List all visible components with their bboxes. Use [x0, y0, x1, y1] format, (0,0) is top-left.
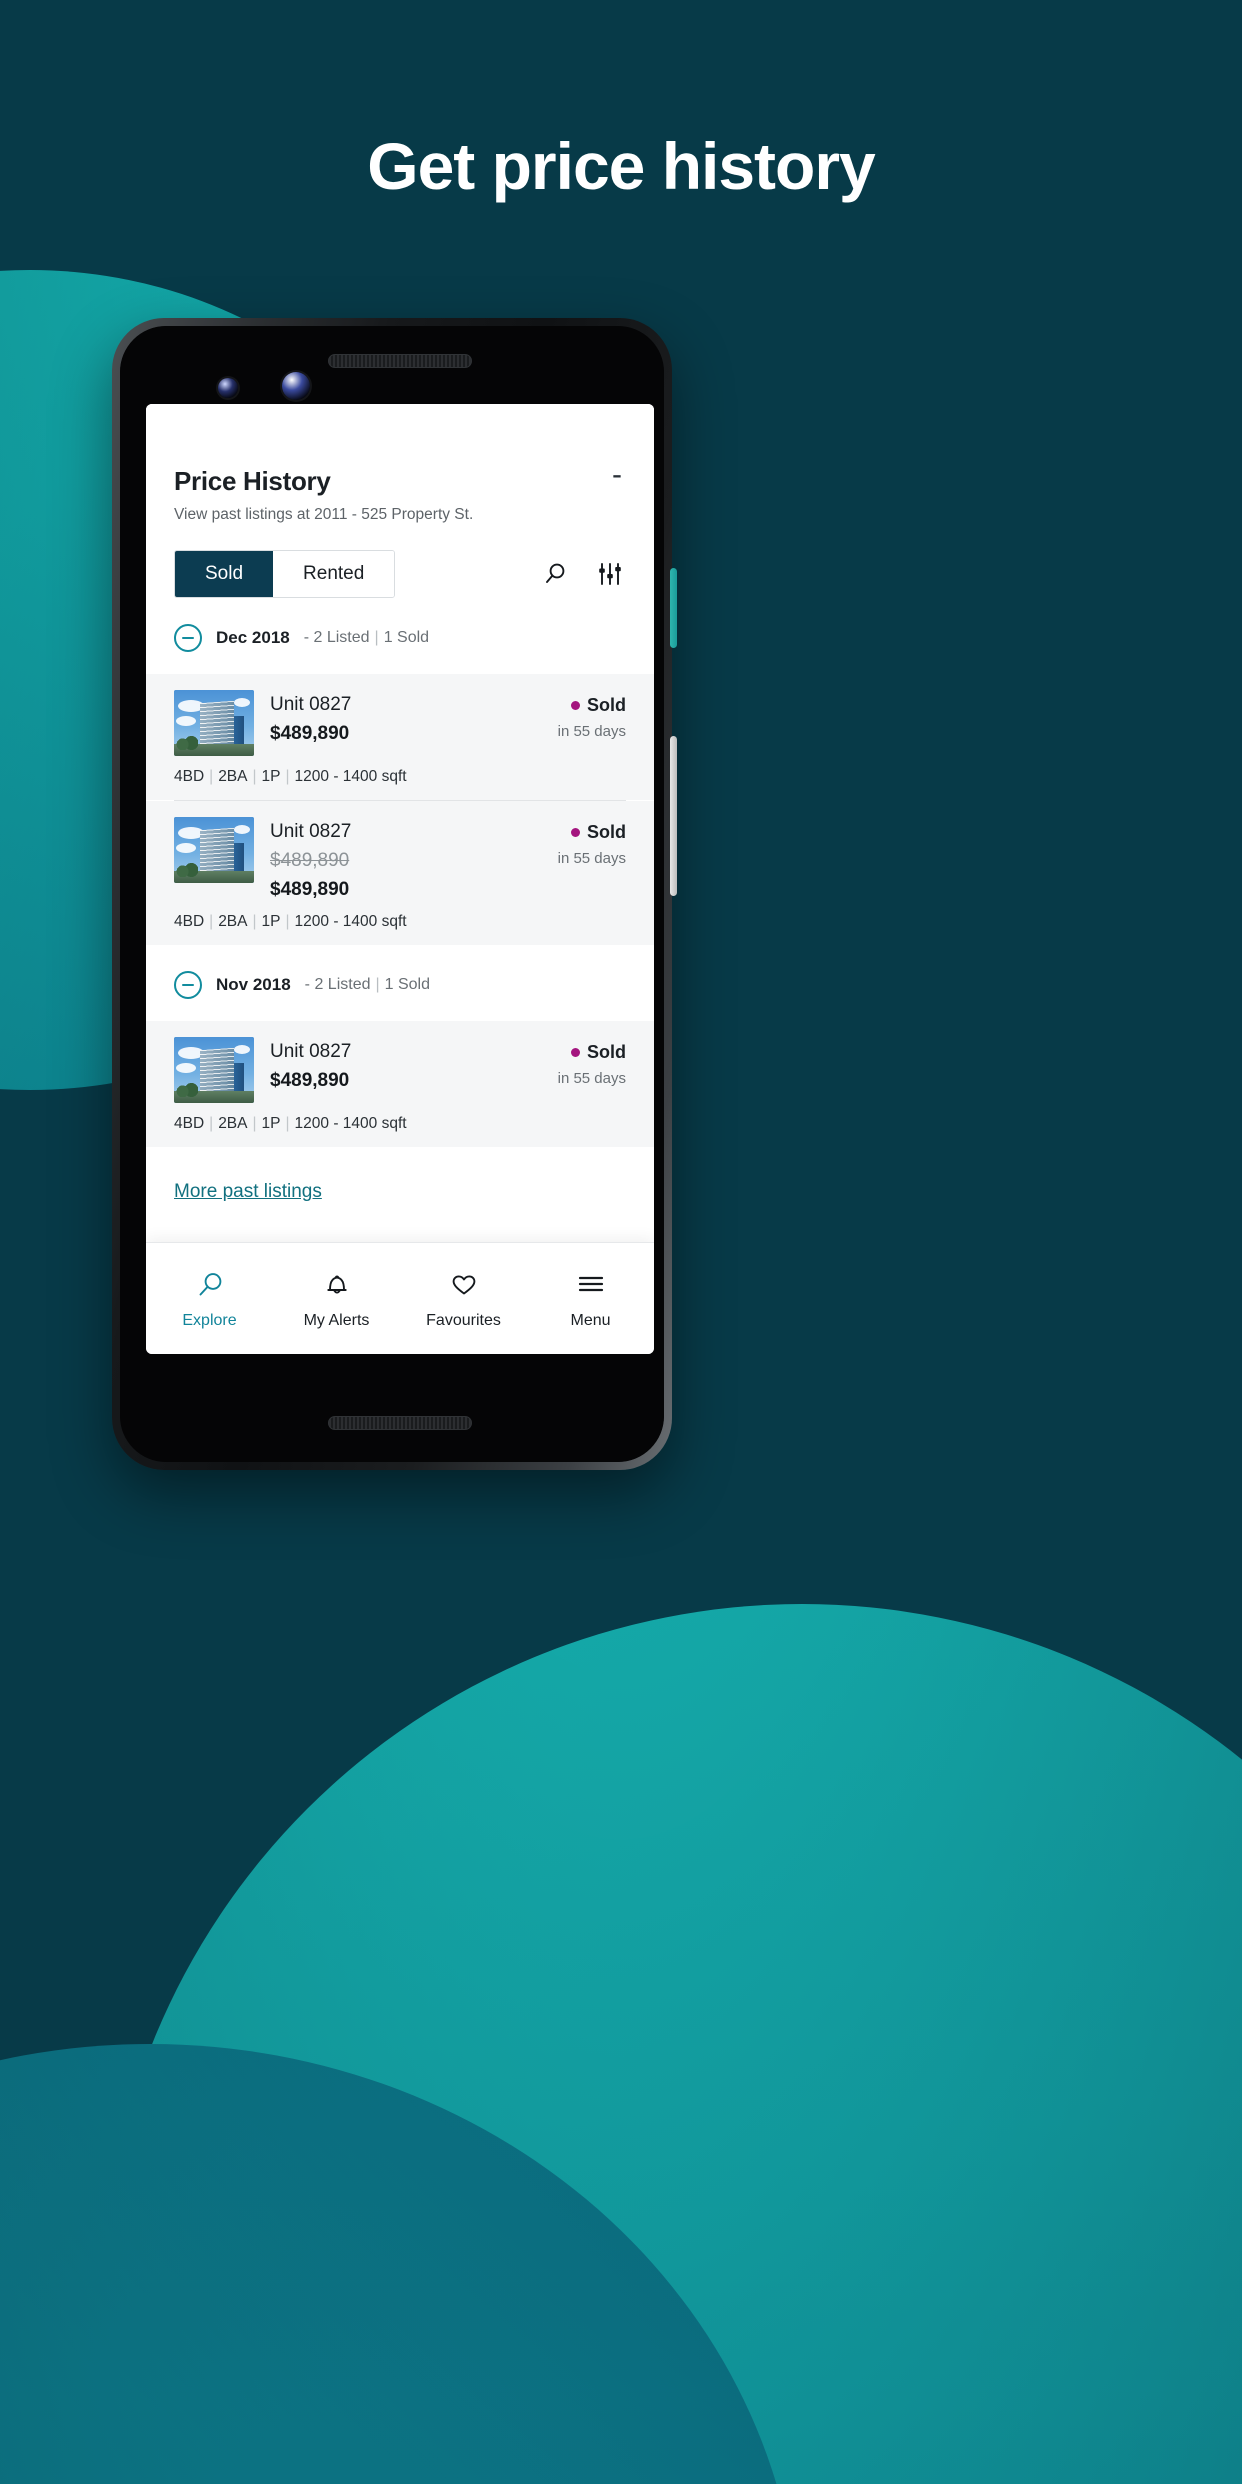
listing-price: $489,890 [270, 879, 350, 900]
spec-parking: 1P [261, 1115, 281, 1132]
spec-baths: 2BA [218, 768, 248, 785]
front-camera-sensor-icon [218, 378, 238, 398]
bell-icon [322, 1268, 352, 1302]
spec-beds: 4BD [174, 913, 205, 930]
status-badge: Sold [587, 1042, 626, 1062]
tab-rented[interactable]: Rented [273, 551, 395, 597]
bottom-speaker [328, 1416, 472, 1430]
spec-parking: 1P [261, 768, 281, 785]
search-icon [195, 1268, 225, 1302]
listing-unit: Unit 0827 [270, 694, 352, 715]
search-icon[interactable] [542, 560, 570, 588]
phone-side-button-teal[interactable] [670, 568, 677, 648]
spec-sqft: 1200 - 1400 sqft [294, 1115, 407, 1132]
filter-sliders-icon[interactable] [596, 560, 624, 588]
month-group-header[interactable]: Nov 2018 - 2 Listed | 1 Sold [146, 945, 654, 1021]
month-listed-count: - 2 Listed [304, 976, 371, 993]
filter-toolbar: Sold Rented [146, 524, 654, 598]
listing-specs: 4BD | 2BA | 1P | 1200 - 1400 sqft [174, 768, 407, 785]
month-summary: - 2 Listed | 1 Sold [305, 976, 430, 994]
page-title: Price History [174, 466, 331, 496]
front-camera-icon [282, 372, 310, 400]
listing-thumbnail[interactable] [174, 817, 254, 883]
meta-separator: | [374, 629, 379, 646]
status-badge: Sold [587, 822, 626, 842]
listing-specs: 4BD | 2BA | 1P | 1200 - 1400 sqft [174, 1115, 407, 1132]
month-sold-count: 1 Sold [383, 629, 430, 646]
status-badge: Sold [587, 695, 626, 715]
app-screen: Price History - View past listings at 20… [146, 404, 654, 1354]
spec-beds: 4BD [174, 768, 205, 785]
spec-sqft: 1200 - 1400 sqft [294, 768, 407, 785]
page-subtitle: View past listings at 2011 - 525 Propert… [174, 506, 474, 523]
nav-label-favourites: Favourites [426, 1311, 501, 1329]
status-dot-icon [571, 1048, 580, 1057]
listing-thumbnail[interactable] [174, 1037, 254, 1103]
tab-sold[interactable]: Sold [175, 551, 274, 597]
phone-side-button-white[interactable] [670, 736, 677, 896]
listing-days-on-market: in 55 days [557, 1070, 626, 1087]
listing-unit: Unit 0827 [270, 1041, 352, 1062]
nav-label-my-alerts: My Alerts [303, 1311, 370, 1329]
nav-item-my-alerts[interactable]: My Alerts [273, 1268, 400, 1330]
month-sold-count: 1 Sold [384, 976, 431, 993]
month-listed-count: - 2 Listed [303, 629, 370, 646]
month-summary: - 2 Listed | 1 Sold [304, 629, 429, 647]
month-label: Nov 2018 [216, 975, 291, 994]
nav-label-explore: Explore [182, 1311, 237, 1329]
minus-circle-icon[interactable] [174, 624, 202, 652]
listing-price: $489,890 [270, 1070, 350, 1091]
nav-label-menu: Menu [570, 1311, 611, 1329]
price-history-header: Price History - View past listings at 20… [146, 404, 654, 524]
nav-item-favourites[interactable]: Favourites [400, 1268, 527, 1330]
listing-row[interactable]: Unit 0827 $489,890 Sold in 55 days 4BD |… [146, 1021, 654, 1147]
spec-beds: 4BD [174, 1115, 205, 1132]
nav-item-menu[interactable]: Menu [527, 1268, 654, 1330]
listing-days-on-market: in 55 days [557, 723, 626, 740]
listing-days-on-market: in 55 days [557, 850, 626, 867]
listing-row[interactable]: Unit 0827 $489,890 Sold in 55 days 4BD |… [146, 674, 654, 800]
month-label: Dec 2018 [216, 628, 290, 647]
nav-item-explore[interactable]: Explore [146, 1268, 273, 1330]
toolbar-icons [542, 560, 626, 588]
more-listings-wrapper: More past listings [146, 1147, 654, 1203]
spec-sqft: 1200 - 1400 sqft [294, 913, 407, 930]
spec-baths: 2BA [218, 1115, 248, 1132]
spec-parking: 1P [261, 913, 281, 930]
promo-headline: Get price history [367, 129, 876, 203]
listing-thumbnail[interactable] [174, 690, 254, 756]
price-history-scroll-area[interactable]: Price History - View past listings at 20… [146, 404, 654, 1242]
listing-price: $489,890 [270, 723, 350, 744]
heart-icon [449, 1268, 479, 1302]
spec-baths: 2BA [218, 913, 248, 930]
listing-unit: Unit 0827 [270, 821, 352, 842]
month-group-header[interactable]: Dec 2018 - 2 Listed | 1 Sold [146, 598, 654, 674]
phone-mockup: Price History - View past listings at 20… [112, 318, 677, 1470]
hamburger-icon [576, 1268, 606, 1302]
listing-original-price: $489,890 [270, 850, 350, 871]
listing-specs: 4BD | 2BA | 1P | 1200 - 1400 sqft [174, 913, 407, 930]
listing-row[interactable]: Unit 0827 $489,890 $489,890 Sold in 55 d… [146, 801, 654, 945]
status-dot-icon [571, 701, 580, 710]
minus-circle-icon[interactable] [174, 971, 202, 999]
earpiece-speaker [328, 354, 472, 368]
sold-rented-segmented-control[interactable]: Sold Rented [174, 550, 396, 598]
meta-separator: | [375, 976, 380, 993]
phone-screen-bezel: Price History - View past listings at 20… [120, 326, 664, 1462]
bottom-navigation-bar: Explore My Alerts Favourites Menu [146, 1242, 654, 1354]
status-dot-icon [571, 828, 580, 837]
collapse-section-button[interactable]: - [612, 460, 626, 490]
more-past-listings-link[interactable]: More past listings [174, 1181, 322, 1202]
